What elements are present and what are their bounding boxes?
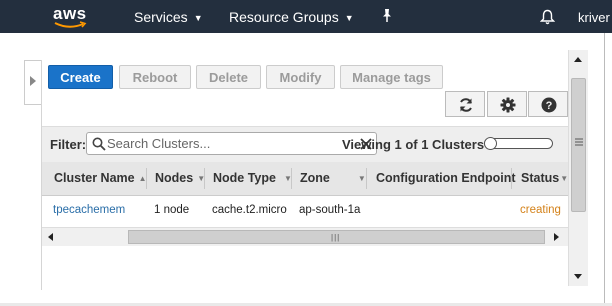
column-label: Node Type <box>213 171 276 185</box>
status-badge: creating <box>520 204 561 216</box>
top-navbar: aws Services ▼ Resource Groups ▼ kriver <box>0 0 612 33</box>
refresh-icon <box>460 98 472 112</box>
column-divider[interactable] <box>511 168 512 189</box>
chevron-down-icon: ▼ <box>357 174 366 183</box>
create-button[interactable]: Create <box>48 65 113 89</box>
table-row[interactable]: tpecachemem 1 node cache.t2.micro ap-sou… <box>42 196 568 225</box>
column-divider[interactable] <box>204 168 205 189</box>
column-label: Cluster Name <box>54 171 135 185</box>
manage-tags-button[interactable]: Manage tags <box>340 65 443 89</box>
resource-groups-label: Resource Groups <box>229 9 339 25</box>
vertical-scrollbar[interactable] <box>568 50 588 286</box>
column-label: Zone <box>300 171 330 185</box>
delete-button[interactable]: Delete <box>196 65 261 89</box>
modify-button[interactable]: Modify <box>266 65 335 89</box>
refresh-button[interactable] <box>445 91 485 117</box>
gear-icon <box>500 97 516 113</box>
settings-button[interactable] <box>487 91 527 117</box>
aws-logo[interactable]: aws <box>53 2 89 30</box>
column-label: Nodes <box>155 171 194 185</box>
cluster-name-link[interactable]: tpecachemem <box>53 204 125 216</box>
aws-smile-icon <box>54 21 87 28</box>
results-count: Viewing 1 of 1 Clusters <box>342 137 485 152</box>
cell-zone: ap-south-1a <box>299 204 361 216</box>
column-header-cluster-name[interactable]: Cluster Name ▲ <box>54 171 147 185</box>
search-input[interactable] <box>107 134 347 153</box>
bell-icon[interactable] <box>540 9 555 25</box>
window-edge <box>604 33 605 306</box>
table-header: Cluster Name ▲ Nodes ▼ Node Type ▼ Zone ▼ Co… <box>42 162 568 196</box>
cell-nodes: 1 node <box>154 204 190 216</box>
column-header-configuration-endpoint[interactable]: Configuration Endpoint <box>376 171 516 185</box>
filter-bar: Filter: Viewing 1 of 1 Clusters <box>42 126 568 163</box>
column-header-zone[interactable]: Zone ▼ <box>300 171 366 185</box>
scroll-up-icon[interactable] <box>573 55 583 65</box>
resource-groups-menu[interactable]: Resource Groups ▼ <box>229 9 354 25</box>
column-header-node-type[interactable]: Node Type ▼ <box>213 171 292 185</box>
search-box[interactable] <box>86 132 377 155</box>
scroll-left-icon[interactable] <box>46 232 56 242</box>
filter-label: Filter: <box>50 137 87 152</box>
chevron-down-icon: ▼ <box>560 174 569 183</box>
slider-knob[interactable] <box>484 137 497 150</box>
vertical-scroll-thumb[interactable] <box>571 78 586 212</box>
chevron-down-icon: ▼ <box>193 13 203 23</box>
horizontal-scroll-thumb[interactable]: ||| <box>128 230 545 244</box>
user-account-menu[interactable]: kriver <box>578 10 610 25</box>
help-icon: ? <box>541 97 557 113</box>
search-icon <box>92 137 106 151</box>
chevron-right-icon <box>30 76 36 86</box>
grip-icon <box>575 138 583 146</box>
pin-icon[interactable] <box>380 8 394 24</box>
svg-text:?: ? <box>546 100 553 112</box>
column-divider[interactable] <box>146 168 147 189</box>
column-header-nodes[interactable]: Nodes ▼ <box>155 171 205 185</box>
view-toggle-slider[interactable] <box>484 137 553 150</box>
services-label: Services <box>134 9 188 25</box>
scroll-down-icon[interactable] <box>573 271 583 281</box>
help-button[interactable]: ? <box>528 91 568 117</box>
cell-node-type: cache.t2.micro <box>212 204 287 216</box>
chevron-down-icon: ▼ <box>344 13 354 23</box>
scroll-right-icon[interactable] <box>551 232 561 242</box>
horizontal-scrollbar[interactable]: ||| <box>42 227 568 246</box>
grip-icon: ||| <box>331 233 341 242</box>
column-label: Status <box>521 171 560 185</box>
column-divider[interactable] <box>291 168 292 189</box>
services-menu[interactable]: Services ▼ <box>134 9 203 25</box>
column-label: Configuration Endpoint <box>376 171 516 185</box>
reboot-button[interactable]: Reboot <box>119 65 191 89</box>
column-divider[interactable] <box>366 168 367 189</box>
column-header-status[interactable]: Status▼ <box>521 171 568 185</box>
side-panel-toggle[interactable] <box>24 60 42 105</box>
